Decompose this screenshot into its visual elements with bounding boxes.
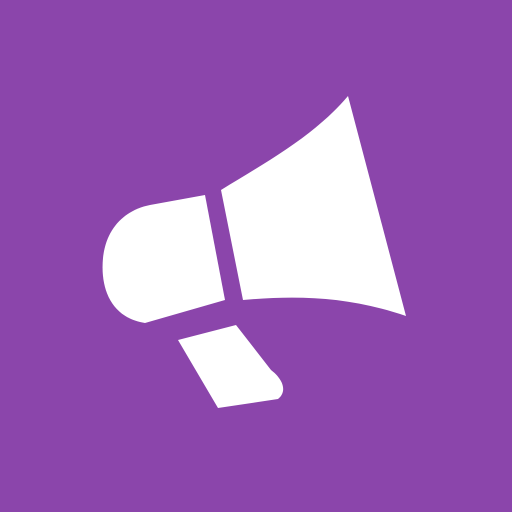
- megaphone-icon-svg: [0, 0, 512, 512]
- app-icon-tile: [0, 0, 512, 512]
